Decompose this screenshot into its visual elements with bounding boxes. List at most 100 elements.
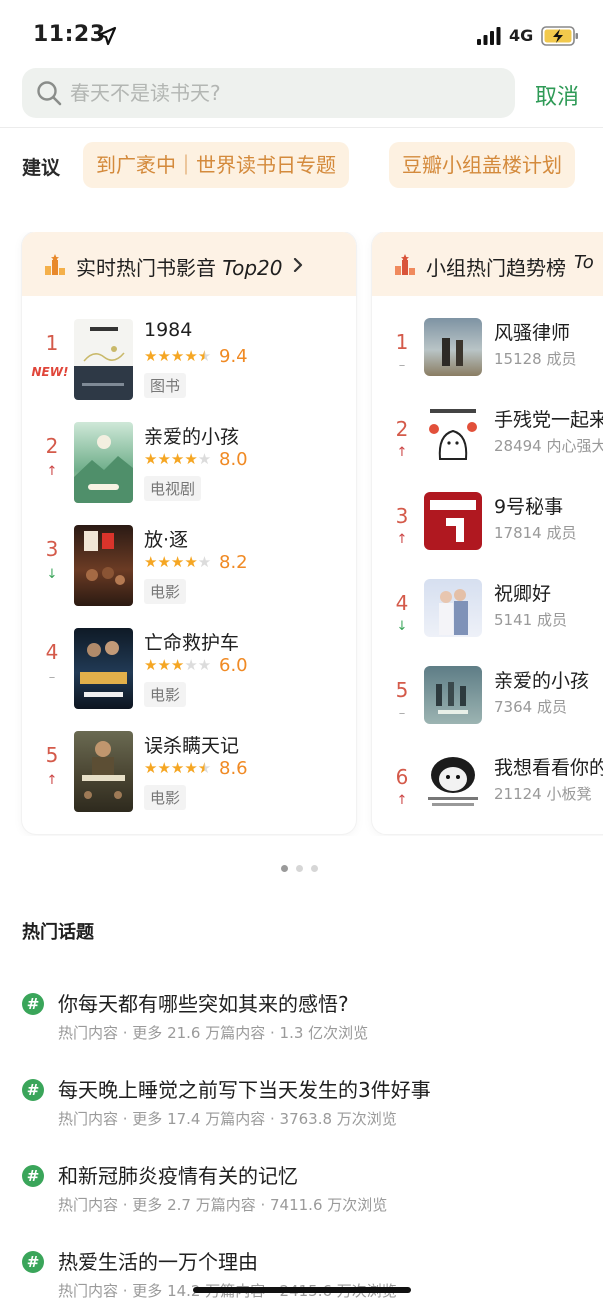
search-input[interactable]: [70, 68, 500, 118]
star-rating: ★★★★★: [144, 759, 212, 777]
topic-meta: 热门内容 · 更多 17.4 万篇内容 · 3763.8 万次浏览: [58, 1110, 397, 1128]
group-avatar: [424, 318, 482, 376]
ranking-chart-icon: [395, 254, 415, 275]
search-bar: 取消: [0, 68, 603, 120]
rating-score: 6.0: [219, 655, 248, 676]
group-name: 9号秘事: [494, 496, 564, 518]
hashtag-icon: #: [22, 1251, 44, 1273]
topic-item[interactable]: # 每天晚上睡觉之前写下当天发生的3件好事 热门内容 · 更多 17.4 万篇内…: [0, 1074, 603, 1144]
item-title: 1984: [144, 319, 193, 341]
header-divider: [0, 127, 603, 128]
item-title: 误杀瞒天记: [144, 735, 240, 757]
suggestion-chip[interactable]: 豆瓣小组盖楼计划: [389, 142, 575, 188]
group-name: 亲爱的小孩: [494, 670, 590, 692]
group-name: 手残党一起来: [494, 409, 603, 431]
item-title: 亲爱的小孩: [144, 426, 240, 448]
group-members: 15128 成员: [494, 350, 577, 368]
rank-number: 2: [395, 417, 409, 441]
topic-item[interactable]: # 你每天都有哪些突如其来的感悟? 热门内容 · 更多 21.6 万篇内容 · …: [0, 988, 603, 1058]
rank-number: 1: [45, 331, 59, 355]
trend-flat-icon: –: [48, 670, 56, 685]
ranking-item[interactable]: 2 ↑ 亲爱的小孩 ★★★★★ 8.0 电视剧: [22, 422, 356, 512]
network-type: 4G: [509, 26, 534, 45]
hot-topics-heading: 热门话题: [22, 922, 94, 943]
location-arrow-icon: [97, 26, 117, 46]
ranking-item[interactable]: 5 ↑ 误杀瞒天记 ★★★★★ 8.6 电影: [22, 731, 356, 821]
group-item[interactable]: 3 ↑ 9号秘事 17814 成员: [372, 492, 603, 582]
card-header[interactable]: 小组热门趋势榜 To: [372, 232, 603, 296]
topic-item[interactable]: # 热爱生活的一万个理由 热门内容 · 更多 14.2 万篇内容 · 2415.…: [0, 1246, 603, 1304]
group-item[interactable]: 2 ↑ 手残党一起来 28494 内心强大: [372, 405, 603, 495]
movie-poster: [74, 525, 133, 606]
topic-title: 你每天都有哪些突如其来的感悟?: [58, 992, 349, 1016]
group-item[interactable]: 6 ↑ 我想看看你的 21124 小板凳: [372, 753, 603, 834]
trend-up-icon: ↑: [46, 464, 58, 479]
ranking-card-groups[interactable]: 小组热门趋势榜 To 1 – 风骚律师 15128 成员 2 ↑ 手残党一起来 …: [372, 232, 603, 834]
ranking-chart-icon: [45, 254, 65, 275]
rank-number: 1: [395, 330, 409, 354]
poster-art: [80, 641, 127, 697]
poster-art: [82, 741, 125, 799]
page-dot: [296, 865, 303, 872]
avatar-art: [430, 500, 476, 542]
category-tag: 电影: [144, 682, 187, 707]
home-indicator[interactable]: [193, 1287, 411, 1293]
status-time: 11:23: [33, 22, 106, 47]
category-tag: 电影: [144, 785, 187, 810]
ranking-item[interactable]: 4 – 亡命救护车 ★★★★★ 6.0 电影: [22, 628, 356, 718]
rank-number: 6: [395, 765, 409, 789]
group-name: 我想看看你的: [494, 757, 603, 779]
group-members: 21124 小板凳: [494, 785, 592, 803]
card-title: 小组热门趋势榜: [426, 256, 566, 280]
ranking-card-books-movies[interactable]: 实时热门书影音 Top20 1 NEW! 1984 ★★★★★ 9.4 图书 2…: [22, 232, 356, 834]
movie-poster: [74, 731, 133, 812]
search-box[interactable]: [22, 68, 515, 118]
rank-number: 2: [45, 434, 59, 458]
group-item[interactable]: 5 – 亲爱的小孩 7364 成员: [372, 666, 603, 756]
star-rating: ★★★★★: [144, 553, 212, 571]
poster-art: [84, 531, 125, 585]
group-avatar: [424, 579, 482, 637]
trend-new-badge: NEW!: [31, 365, 69, 379]
suggestions-label: 建议: [22, 157, 61, 179]
rank-number: 4: [45, 640, 59, 664]
cancel-button[interactable]: 取消: [535, 79, 579, 111]
group-avatar: [424, 492, 482, 550]
category-tag: 电影: [144, 579, 187, 604]
page-dot: [311, 865, 318, 872]
category-tag: 图书: [144, 373, 187, 398]
ranking-carousel[interactable]: 实时热门书影音 Top20 1 NEW! 1984 ★★★★★ 9.4 图书 2…: [0, 232, 603, 836]
card-header[interactable]: 实时热门书影音 Top20: [22, 232, 356, 296]
hashtag-icon: #: [22, 1079, 44, 1101]
poster-art: [74, 435, 133, 503]
avatar-art: [442, 338, 463, 366]
suggestion-chip[interactable]: 到广袤中｜世界读书日专题: [83, 142, 349, 188]
group-item[interactable]: 1 – 风骚律师 15128 成员: [372, 318, 603, 408]
item-title: 亡命救护车: [144, 632, 240, 654]
topic-title: 热爱生活的一万个理由: [58, 1250, 258, 1274]
topic-title: 每天晚上睡觉之前写下当天发生的3件好事: [58, 1078, 431, 1102]
topic-item[interactable]: # 和新冠肺炎疫情有关的记忆 热门内容 · 更多 2.7 万篇内容 · 7411…: [0, 1160, 603, 1230]
group-avatar: [424, 405, 482, 463]
ranking-item[interactable]: 3 ↓ 放·逐 ★★★★★ 8.2 电影: [22, 525, 356, 615]
trend-flat-icon: –: [398, 706, 406, 721]
topic-meta: 热门内容 · 更多 2.7 万篇内容 · 7411.6 万次浏览: [58, 1196, 388, 1214]
star-rating: ★★★★★: [144, 347, 212, 365]
chevron-right-icon: [293, 258, 303, 272]
avatar-art: [428, 757, 478, 806]
movie-poster: [74, 628, 133, 709]
rating-score: 8.0: [219, 449, 248, 470]
rating-score: 9.4: [219, 346, 248, 367]
avatar-art: [436, 682, 468, 714]
star-rating: ★★★★★: [144, 450, 212, 468]
hashtag-icon: #: [22, 1165, 44, 1187]
avatar-art: [429, 409, 477, 460]
topic-title: 和新冠肺炎疫情有关的记忆: [58, 1164, 298, 1188]
group-name: 祝卿好: [494, 583, 552, 605]
ranking-item[interactable]: 1 NEW! 1984 ★★★★★ 9.4 图书: [22, 319, 356, 409]
rank-number: 5: [395, 678, 409, 702]
group-item[interactable]: 4 ↓ 祝卿好 5141 成员: [372, 579, 603, 669]
trend-up-icon: ↑: [396, 532, 408, 547]
cover-art: [82, 327, 125, 386]
star-rating: ★★★★★: [144, 656, 212, 674]
